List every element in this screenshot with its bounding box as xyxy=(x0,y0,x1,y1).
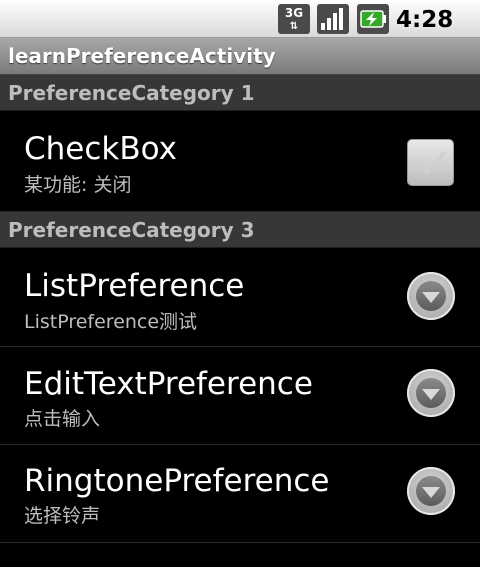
pref-title: ListPreference xyxy=(24,268,245,304)
data-arrows-icon: ⇅ xyxy=(289,21,299,32)
title-bar: learnPreferenceActivity xyxy=(0,38,480,75)
clock: 4:28 AM xyxy=(396,5,480,61)
screen: 3G ⇅ 4:28 AM learnPreferenceActivity Pre… xyxy=(0,0,480,567)
category-label: PreferenceCategory 1 xyxy=(8,81,255,105)
pref-summary: 某功能: 关闭 xyxy=(24,174,132,196)
pref-title: RingtonePreference xyxy=(24,463,330,499)
category-header-3: PreferenceCategory 3 xyxy=(0,212,480,248)
check-mark-icon xyxy=(417,152,445,174)
dropdown-arrow-icon[interactable] xyxy=(407,369,455,417)
clock-time: 4:28 xyxy=(396,7,454,33)
pref-title: EditTextPreference xyxy=(24,366,313,402)
status-bar: 3G ⇅ 4:28 AM xyxy=(0,0,480,61)
pref-edittext[interactable]: EditTextPreference 点击输入 xyxy=(0,347,480,445)
network-3g-icon: 3G ⇅ xyxy=(278,4,310,34)
dropdown-arrow-icon[interactable] xyxy=(407,467,455,515)
checkbox-icon[interactable] xyxy=(407,139,454,186)
category-header-1: PreferenceCategory 1 xyxy=(0,75,480,111)
pref-summary: 点击输入 xyxy=(24,408,101,430)
chevron-down-icon xyxy=(422,389,440,400)
signal-strength-icon xyxy=(317,4,349,34)
chevron-down-icon xyxy=(422,487,440,498)
pref-list[interactable]: ListPreference ListPreference测试 xyxy=(0,248,480,347)
dropdown-arrow-icon[interactable] xyxy=(407,272,455,320)
pref-checkbox[interactable]: CheckBox 某功能: 关闭 xyxy=(0,111,480,212)
pref-summary: ListPreference测试 xyxy=(24,311,198,333)
category-label: PreferenceCategory 3 xyxy=(8,218,255,242)
pref-title: CheckBox xyxy=(24,131,177,167)
pref-summary: 选择铃声 xyxy=(24,505,101,527)
network-label: 3G xyxy=(284,6,304,20)
pref-ringtone[interactable]: RingtonePreference 选择铃声 xyxy=(0,445,480,543)
chevron-down-icon xyxy=(422,292,440,303)
app-title: learnPreferenceActivity xyxy=(8,44,276,68)
battery-charging-icon xyxy=(357,4,389,34)
